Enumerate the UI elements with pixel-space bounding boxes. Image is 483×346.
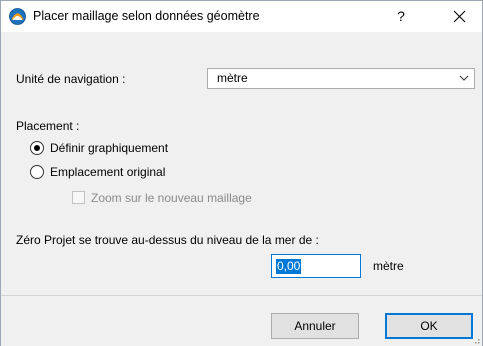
app-icon — [9, 8, 26, 25]
radio-original-location[interactable] — [30, 165, 44, 179]
placement-label: Placement : — [16, 119, 80, 133]
sea-level-input[interactable]: 0,00 — [271, 254, 361, 278]
radio-original-location-label[interactable]: Emplacement original — [50, 165, 165, 179]
title-bar[interactable]: Placer maillage selon données géomètre ? — [1, 1, 482, 32]
radio-define-graphically-label[interactable]: Définir graphiquement — [50, 141, 168, 155]
close-icon[interactable] — [437, 1, 482, 32]
navigation-unit-select[interactable]: mètre — [207, 68, 475, 89]
navigation-unit-value: mètre — [217, 71, 248, 85]
sea-level-unit: mètre — [373, 259, 404, 273]
sea-level-label: Zéro Projet se trouve au-dessus du nivea… — [16, 233, 319, 247]
sea-level-value: 0,00 — [276, 259, 302, 274]
dialog-title: Placer maillage selon données géomètre — [33, 9, 260, 23]
cancel-button[interactable]: Annuler — [271, 313, 359, 339]
dialog-window: Placer maillage selon données géomètre ?… — [0, 0, 483, 346]
zoom-new-mesh-label: Zoom sur le nouveau maillage — [91, 191, 252, 205]
button-bar: Annuler OK — [1, 296, 482, 346]
navigation-unit-label: Unité de navigation : — [16, 72, 126, 86]
help-button[interactable]: ? — [381, 1, 421, 32]
resize-grip-icon[interactable] — [470, 334, 480, 344]
zoom-new-mesh-checkbox[interactable] — [72, 191, 85, 204]
chevron-down-icon — [459, 75, 469, 81]
ok-button[interactable]: OK — [385, 313, 473, 339]
radio-define-graphically[interactable] — [30, 141, 44, 155]
radio-selected-dot — [34, 145, 40, 151]
